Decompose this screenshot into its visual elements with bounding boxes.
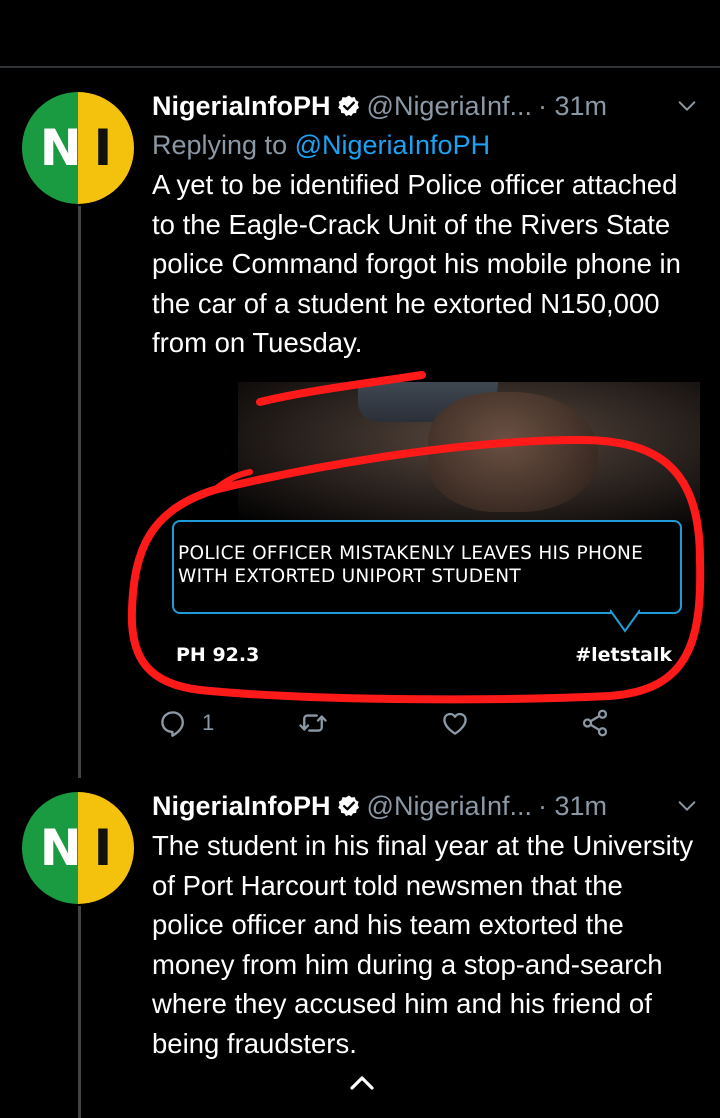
tweet-content: NigeriaInfoPH @NigeriaInf... · 31m Reply… [152, 86, 700, 363]
tweet-header: NigeriaInfoPH @NigeriaInf... · 31m [152, 786, 700, 826]
heart-icon [443, 712, 467, 735]
reply-icon [161, 711, 184, 737]
verified-badge-icon [337, 95, 359, 117]
media-caption-box: POLICE OFFICER MISTAKENLY LEAVES HIS PHO… [172, 520, 682, 614]
tweet[interactable]: NI NigeriaInfoPH @NigeriaInf... · 31m Re… [0, 0, 720, 760]
retweet-icon [299, 714, 327, 732]
tweet-text: A yet to be identified Police officer at… [152, 169, 681, 358]
tweet-content: NigeriaInfoPH @NigeriaInf... · 31m The s… [152, 786, 700, 1063]
replying-prefix: Replying to [152, 130, 295, 160]
media-hashtag: #letstalk [575, 644, 672, 666]
tweet-text: The student in his final year at the Uni… [152, 830, 694, 1059]
chevron-up-icon[interactable] [348, 1072, 376, 1092]
media-caption: POLICE OFFICER MISTAKENLY LEAVES HIS PHO… [178, 543, 644, 587]
chevron-down-icon[interactable] [676, 95, 698, 117]
chevron-down-icon[interactable] [676, 795, 698, 817]
like-button[interactable] [440, 708, 484, 738]
retweet-button[interactable] [298, 708, 342, 738]
avatar-letter-n: N [39, 819, 86, 877]
timestamp[interactable]: · 31m [538, 91, 607, 122]
avatar-logo: NI [22, 792, 134, 904]
timestamp[interactable]: · 31m [538, 791, 607, 822]
display-name[interactable]: NigeriaInfoPH [152, 791, 331, 822]
caption-tail [610, 609, 640, 633]
avatar-letter-i: I [93, 119, 117, 177]
display-name[interactable]: NigeriaInfoPH [152, 91, 331, 122]
tweet-actions: 1 [152, 708, 700, 748]
share-button[interactable] [580, 708, 610, 738]
replying-to: Replying to @NigeriaInfoPH [152, 126, 700, 164]
avatar[interactable]: NI [22, 792, 134, 904]
replying-mention-link[interactable]: @NigeriaInfoPH [295, 130, 491, 160]
tweet-media[interactable]: POLICE OFFICER MISTAKENLY LEAVES HIS PHO… [152, 382, 700, 687]
avatar[interactable]: NI [22, 92, 134, 204]
handle[interactable]: @NigeriaInf... [367, 791, 532, 822]
verified-badge-icon [337, 795, 359, 817]
photo-hand [428, 392, 598, 512]
tweet[interactable]: NI NigeriaInfoPH @NigeriaInf... · 31m Th… [0, 760, 720, 1118]
reply-button[interactable]: 1 [158, 708, 214, 738]
media-photo [238, 382, 700, 522]
avatar-logo: NI [22, 92, 134, 204]
media-station-label: PH 92.3 [176, 644, 260, 666]
avatar-letter-i: I [93, 819, 117, 877]
reply-count: 1 [202, 710, 215, 735]
tweet-header: NigeriaInfoPH @NigeriaInf... · 31m [152, 86, 700, 126]
handle[interactable]: @NigeriaInf... [367, 91, 532, 122]
share-icon [582, 709, 608, 737]
avatar-letter-n: N [39, 119, 86, 177]
